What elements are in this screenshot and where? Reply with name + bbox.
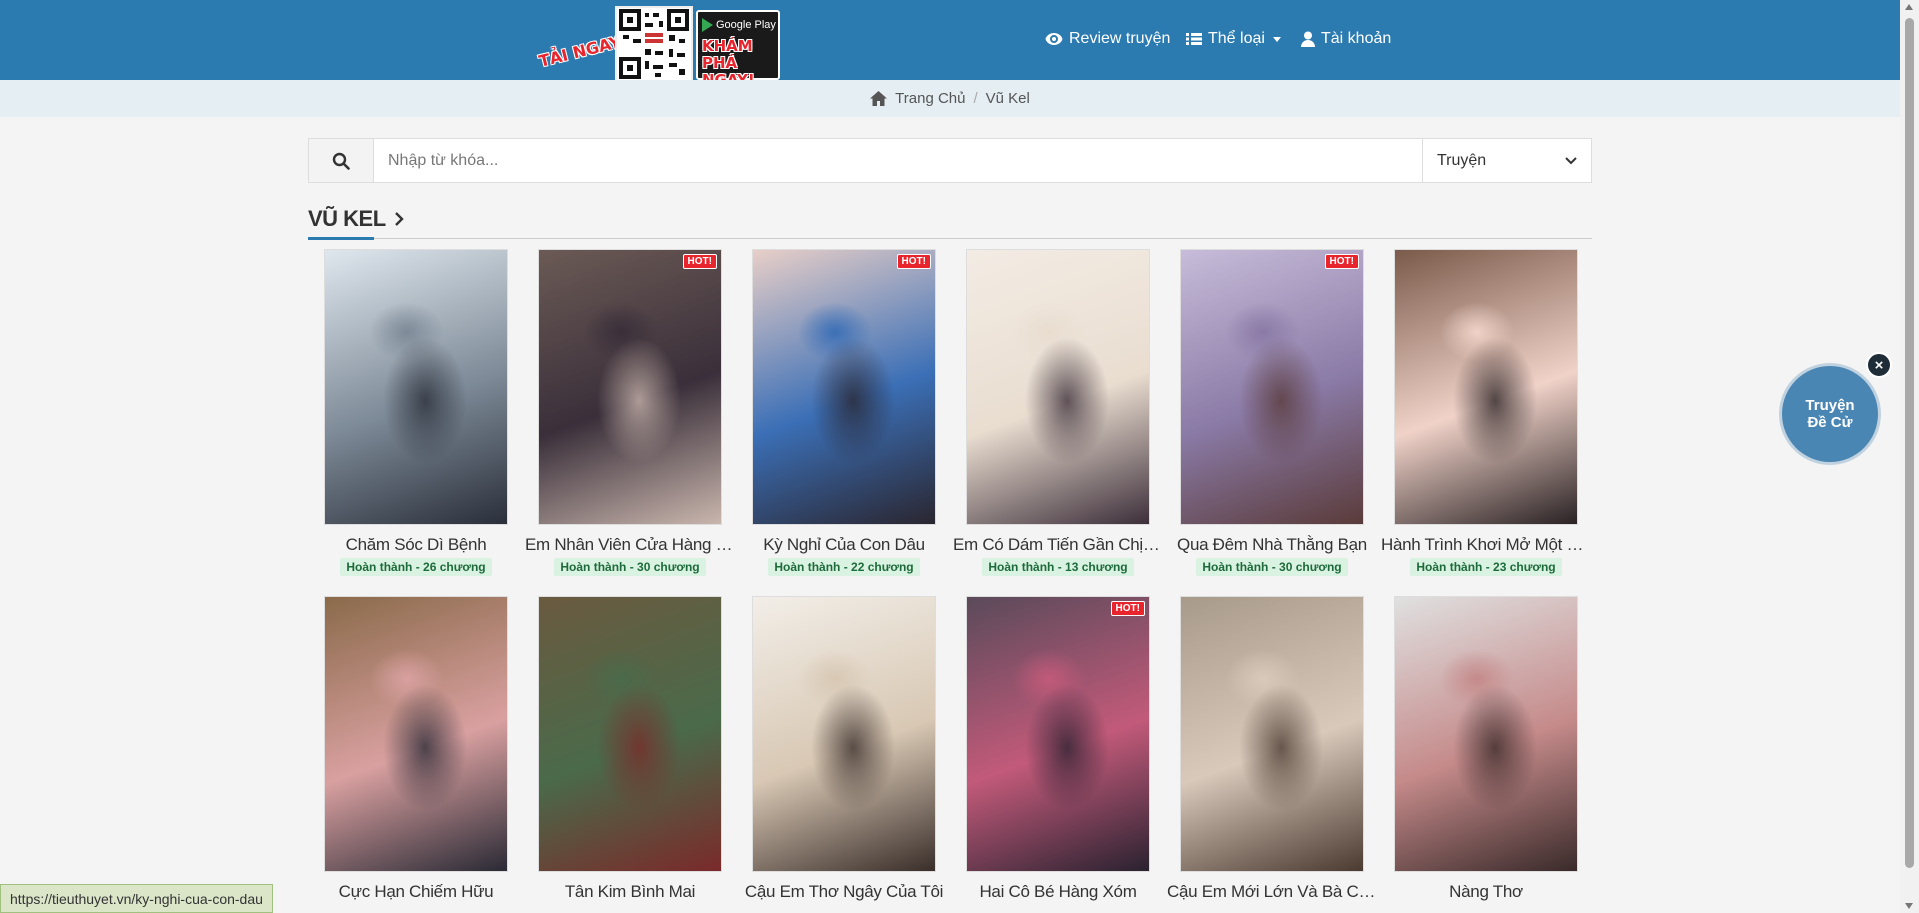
story-status-badge: Hoàn thành - 30 chương xyxy=(554,558,706,576)
story-card[interactable]: HOT! Kỳ Nghỉ Của Con Dâu Hoàn thành - 22… xyxy=(752,249,936,576)
qr-code-icon xyxy=(615,6,693,82)
search-input[interactable] xyxy=(374,139,1422,182)
search-icon xyxy=(332,152,350,170)
story-card[interactable]: Cậu Em Mới Lớn Và Bà Chị ... xyxy=(1167,596,1377,902)
story-title[interactable]: Kỳ Nghỉ Của Con Dâu xyxy=(739,535,949,555)
recommended-stories-button[interactable]: Truyện Đề Cử xyxy=(1782,366,1878,462)
google-play-icon xyxy=(702,18,713,32)
chevron-right-icon xyxy=(394,212,404,226)
story-status-badge: Hoàn thành - 22 chương xyxy=(768,558,920,576)
home-icon[interactable] xyxy=(870,91,888,106)
hot-badge: HOT! xyxy=(682,254,717,269)
story-cover-image[interactable] xyxy=(324,596,508,872)
story-card[interactable]: Cực Hạn Chiếm Hữu xyxy=(324,596,508,902)
search-button[interactable] xyxy=(309,139,374,182)
story-title[interactable]: Qua Đêm Nhà Thằng Bạn xyxy=(1167,535,1377,555)
eye-icon xyxy=(1045,33,1063,45)
nav-account[interactable]: Tài khoản xyxy=(1301,30,1391,48)
story-card[interactable]: Nàng Thơ xyxy=(1394,596,1578,902)
google-play-badge[interactable]: Google Play KHÁM PHÁNGAY! xyxy=(696,10,780,89)
chevron-down-icon xyxy=(1565,156,1577,164)
hot-badge: HOT! xyxy=(1324,254,1359,269)
section-title-text: VŨ KEL xyxy=(308,206,386,231)
story-card[interactable]: Chăm Sóc Dì Bệnh Hoàn thành - 26 chương xyxy=(324,249,508,576)
breadcrumb: Trang Chủ / Vũ Kel xyxy=(0,80,1900,117)
scroll-up-icon[interactable] xyxy=(1905,4,1913,10)
link-preview-url: https://tieuthuyet.vn/ky-nghi-cua-con-da… xyxy=(0,884,273,913)
section-underline xyxy=(308,237,374,240)
story-card[interactable]: Tân Kim Bình Mai xyxy=(538,596,722,902)
nav-review-label: Review truyện xyxy=(1069,30,1171,47)
breadcrumb-current: Vũ Kel xyxy=(985,90,1030,107)
story-title[interactable]: Em Nhân Viên Cửa Hàng V... xyxy=(525,535,735,555)
site-header: TẢI NGAY Google Play KHÁM PHÁ Review tru… xyxy=(0,0,1900,89)
search-type-select[interactable]: Truyện xyxy=(1422,139,1591,182)
story-cover-image[interactable] xyxy=(966,249,1150,525)
recommended-label-line2: Đề Cử xyxy=(1807,414,1853,431)
story-card[interactable]: Hành Trình Khơi Mở Một C... Hoàn thành -… xyxy=(1381,249,1591,576)
story-cover-image[interactable]: HOT! xyxy=(752,249,936,525)
close-icon[interactable]: × xyxy=(1866,352,1892,378)
google-play-label: Google Play xyxy=(716,19,776,31)
story-cover-image[interactable]: HOT! xyxy=(1180,249,1364,525)
story-grid: Chăm Sóc Dì Bệnh Hoàn thành - 26 chương … xyxy=(324,249,1591,902)
section-divider xyxy=(308,238,1592,239)
story-cover-image[interactable] xyxy=(752,596,936,872)
story-cover-image[interactable] xyxy=(1394,596,1578,872)
story-title[interactable]: Nàng Thơ xyxy=(1381,882,1591,902)
list-icon xyxy=(1186,33,1202,45)
story-title[interactable]: Cậu Em Thơ Ngây Của Tôi xyxy=(739,882,949,902)
story-card[interactable]: HOT! Hai Cô Bé Hàng Xóm xyxy=(966,596,1150,902)
story-title[interactable]: Cực Hạn Chiếm Hữu xyxy=(311,882,521,902)
promo-explore-text: KHÁM PHÁ xyxy=(702,37,753,72)
story-status-badge: Hoàn thành - 30 chương xyxy=(1196,558,1348,576)
search-bar: Truyện xyxy=(308,138,1592,183)
scroll-thumb[interactable] xyxy=(1905,18,1914,868)
user-icon xyxy=(1301,31,1315,47)
story-cover-image[interactable] xyxy=(538,596,722,872)
story-title[interactable]: Chăm Sóc Dì Bệnh xyxy=(311,535,521,555)
story-status-badge: Hoàn thành - 26 chương xyxy=(340,558,492,576)
nav-account-label: Tài khoản xyxy=(1321,30,1392,47)
story-card[interactable]: Cậu Em Thơ Ngây Của Tôi xyxy=(745,596,943,902)
recommended-label-line1: Truyện xyxy=(1805,397,1855,414)
story-status-badge: Hoàn thành - 13 chương xyxy=(982,558,1134,576)
story-title[interactable]: Em Có Dám Tiến Gần Chị H... xyxy=(953,535,1163,555)
hot-badge: HOT! xyxy=(1110,601,1145,616)
scroll-down-icon[interactable] xyxy=(1905,903,1913,909)
breadcrumb-home[interactable]: Trang Chủ xyxy=(895,90,965,107)
search-type-value: Truyện xyxy=(1437,151,1487,169)
section-title[interactable]: VŨ KEL xyxy=(308,206,404,232)
story-status-badge: Hoàn thành - 23 chương xyxy=(1410,558,1562,576)
story-title[interactable]: Cậu Em Mới Lớn Và Bà Chị ... xyxy=(1167,882,1377,902)
story-cover-image[interactable] xyxy=(324,249,508,525)
story-title[interactable]: Hai Cô Bé Hàng Xóm xyxy=(953,882,1163,902)
story-card[interactable]: HOT! Qua Đêm Nhà Thằng Bạn Hoàn thành - … xyxy=(1177,249,1367,576)
story-cover-image[interactable]: HOT! xyxy=(538,249,722,525)
caret-down-icon xyxy=(1272,36,1281,42)
story-title[interactable]: Hành Trình Khơi Mở Một C... xyxy=(1381,535,1591,555)
page-scrollbar[interactable] xyxy=(1900,0,1919,913)
nav-categories[interactable]: Thể loại xyxy=(1186,30,1281,48)
story-cover-image[interactable] xyxy=(1394,249,1578,525)
breadcrumb-separator: / xyxy=(973,90,978,107)
story-card[interactable]: Em Có Dám Tiến Gần Chị H... Hoàn thành -… xyxy=(953,249,1163,576)
nav-categories-label: Thể loại xyxy=(1208,30,1265,47)
promo-download-text: TẢI NGAY xyxy=(536,32,623,71)
hot-badge: HOT! xyxy=(896,254,931,269)
nav-review[interactable]: Review truyện xyxy=(1045,30,1170,48)
story-cover-image[interactable]: HOT! xyxy=(966,596,1150,872)
app-promo-banner[interactable]: TẢI NGAY Google Play KHÁM PHÁ xyxy=(536,4,780,89)
story-card[interactable]: HOT! Em Nhân Viên Cửa Hàng V... Hoàn thà… xyxy=(525,249,735,576)
story-title[interactable]: Tân Kim Bình Mai xyxy=(525,882,735,902)
story-cover-image[interactable] xyxy=(1180,596,1364,872)
